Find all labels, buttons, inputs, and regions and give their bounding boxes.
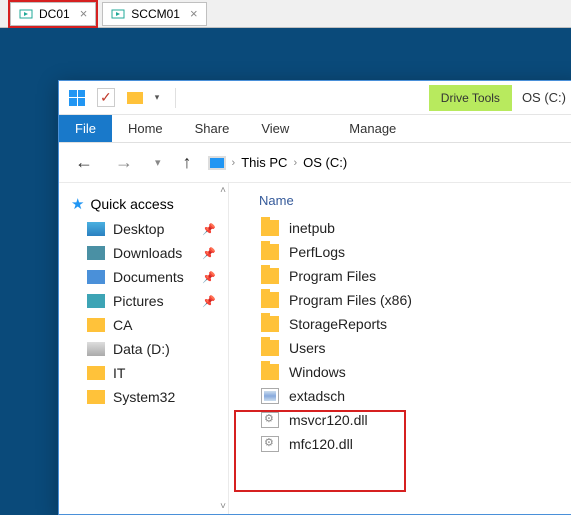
sidebar-item[interactable]: IT [69,361,228,385]
sidebar-quick-access[interactable]: ★ Quick access [69,191,228,217]
folder-icon [261,364,279,380]
sidebar-item-label: CA [113,317,132,333]
window-title: OS (C:) [522,90,566,105]
folder-icon [261,292,279,308]
qa-dropdown-icon[interactable]: ▾ [155,92,160,103]
folder-icon [261,340,279,356]
scroll-down-icon[interactable]: ˅ [220,501,226,512]
close-icon[interactable]: × [190,6,198,21]
nav-forward-button[interactable]: → [109,150,139,175]
vm-icon [111,7,125,21]
qa-properties-icon[interactable]: ✓ [97,88,115,107]
folder-icon [87,246,105,260]
column-header-name[interactable]: Name [257,193,570,208]
file-name: inetpub [289,220,335,236]
tab-share[interactable]: Share [179,115,246,142]
sidebar-item-label: IT [113,365,125,381]
file-name: PerfLogs [289,244,345,260]
vm-tab-bar: DC01 × SCCM01 × [0,0,571,28]
quick-access-label: Quick access [90,196,173,212]
tab-file[interactable]: File [59,115,112,142]
folder-icon [87,390,105,404]
file-row[interactable]: extadsch [257,386,570,406]
sidebar-item-label: Documents [113,269,184,285]
address-bar: ← → ▾ ↑ › This PC › OS (C:) [59,143,571,183]
chevron-right-icon[interactable]: › [293,157,297,169]
sidebar-item[interactable]: Desktop 📌 [69,217,228,241]
star-icon: ★ [71,195,84,213]
sidebar-item[interactable]: Pictures 📌 [69,289,228,313]
file-row[interactable]: StorageReports [257,314,570,334]
breadcrumb-this-pc[interactable]: This PC [241,155,287,170]
sidebar-item-label: Desktop [113,221,164,237]
folder-icon [87,366,105,380]
navigation-pane: ˄ ★ Quick access Desktop📌Downloads📌Docum… [59,183,229,514]
sidebar-item-label: Data (D:) [113,341,170,357]
file-name: Program Files (x86) [289,292,412,308]
folder-icon [87,294,105,308]
pin-icon: 📌 [202,247,226,260]
tab-home[interactable]: Home [112,115,179,142]
file-row[interactable]: Windows [257,362,570,382]
vm-tab[interactable]: DC01 × [10,2,96,26]
folder-icon [261,316,279,332]
sidebar-item-label: Pictures [113,293,164,309]
tab-manage[interactable]: Manage [333,115,412,142]
qa-newfolder-icon[interactable] [127,92,143,104]
folder-icon [87,318,105,332]
folder-icon [261,220,279,236]
titlebar: ✓ ▾ Drive Tools OS (C:) [59,81,571,115]
nav-back-button[interactable]: ← [69,150,99,175]
file-name: Program Files [289,268,376,284]
vm-tab[interactable]: SCCM01 × [102,2,206,26]
vm-icon [19,7,33,21]
sidebar-item[interactable]: Documents 📌 [69,265,228,289]
nav-up-button[interactable]: ↑ [177,150,198,175]
pin-icon: 📌 [202,271,226,284]
scroll-up-icon[interactable]: ˄ [220,185,226,196]
file-name: extadsch [289,388,345,404]
file-row[interactable]: Program Files [257,266,570,286]
file-name: StorageReports [289,316,387,332]
contextual-tab-drive-tools[interactable]: Drive Tools [429,85,512,111]
breadcrumb[interactable]: › This PC › OS (C:) [208,155,348,170]
file-row[interactable]: PerfLogs [257,242,570,262]
sidebar-item-label: Downloads [113,245,182,261]
folder-icon [87,270,105,284]
pin-icon: 📌 [202,223,226,236]
chevron-right-icon[interactable]: › [232,157,236,169]
folder-icon [87,342,105,356]
file-name: Users [289,340,326,356]
sidebar-item[interactable]: Data (D:) [69,337,228,361]
file-name: Windows [289,364,346,380]
explorer-icon [69,90,85,106]
file-icon [261,388,279,404]
folder-icon [261,244,279,260]
folder-icon [87,222,105,236]
close-icon[interactable]: × [80,6,88,21]
nav-history-dropdown[interactable]: ▾ [149,154,167,171]
vm-tab-label: SCCM01 [131,7,180,21]
sidebar-item[interactable]: Downloads 📌 [69,241,228,265]
file-row[interactable]: Users [257,338,570,358]
tab-view[interactable]: View [245,115,305,142]
ribbon-tabs: File Home Share View Manage [59,115,571,143]
highlight-files-annotation [234,410,406,492]
sidebar-item[interactable]: System32 [69,385,228,409]
sidebar-item-label: System32 [113,389,175,405]
pin-icon: 📌 [202,295,226,308]
sidebar-item[interactable]: CA [69,313,228,337]
file-row[interactable]: inetpub [257,218,570,238]
file-row[interactable]: Program Files (x86) [257,290,570,310]
watermark: @51CTO博客 [480,478,561,497]
breadcrumb-location[interactable]: OS (C:) [303,155,347,170]
separator [175,88,176,108]
vm-tab-label: DC01 [39,7,70,21]
drive-icon [208,156,226,170]
folder-icon [261,268,279,284]
